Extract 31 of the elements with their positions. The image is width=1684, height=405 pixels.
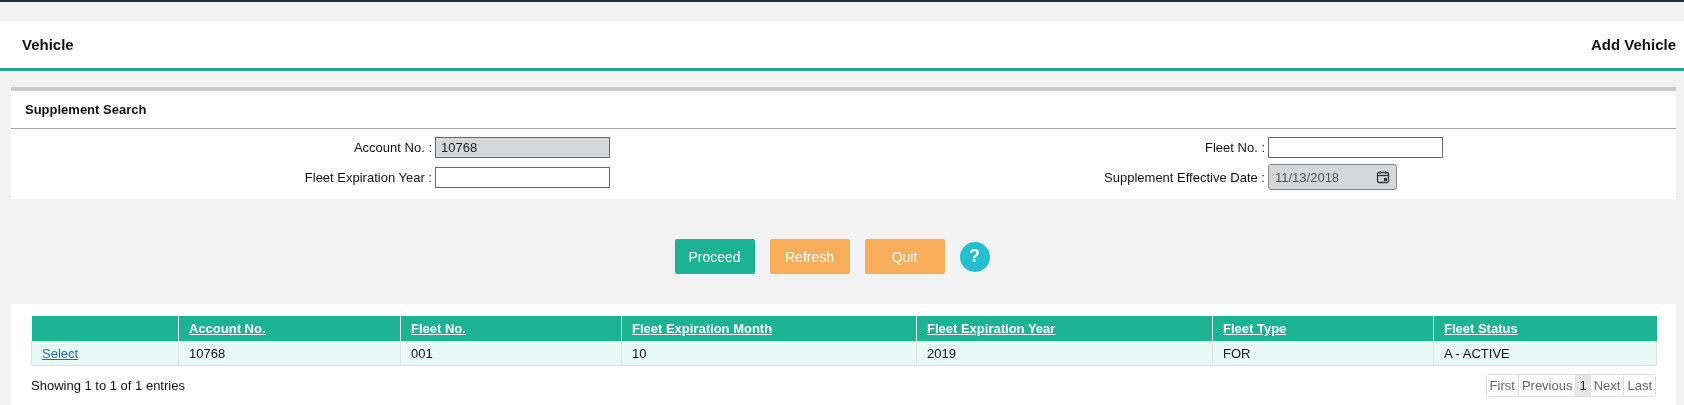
action-button[interactable]: Quit <box>864 239 945 274</box>
column-header[interactable]: Fleet Expiration Month <box>632 320 773 336</box>
page-button[interactable]: First <box>1486 374 1518 396</box>
help-button[interactable]: ? <box>959 241 990 272</box>
page-button[interactable]: Next <box>1589 374 1624 396</box>
panel-title: Supplement Search <box>25 102 147 117</box>
page-title: Vehicle <box>22 36 74 53</box>
field-label: Supplement Effective Date : <box>1103 169 1265 185</box>
field-label: Fleet Expiration Year : <box>303 169 432 185</box>
page-button[interactable]: Last <box>1623 374 1655 396</box>
table-cell: 2019 <box>927 345 956 361</box>
table-cell: A - ACTIVE <box>1444 345 1510 361</box>
field-label: Account No. : <box>352 140 432 155</box>
table-cell: 10 <box>632 345 647 361</box>
column-header[interactable]: Fleet Expiration Year <box>927 320 1056 336</box>
entries-info: Showing 1 to 1 of 1 entries <box>31 377 185 393</box>
action-button[interactable]: Proceed <box>674 239 755 274</box>
input-field[interactable] <box>1268 137 1443 158</box>
add-vehicle-link[interactable]: Add Vehicle <box>1590 36 1676 53</box>
field-label: Fleet No. : <box>1204 140 1265 155</box>
column-header[interactable]: Account No. <box>189 320 266 336</box>
column-header[interactable]: Fleet Status <box>1444 320 1518 336</box>
table-cell: 10768 <box>189 345 226 361</box>
table-cell: FOR <box>1223 345 1251 361</box>
page-button[interactable]: 1 <box>1575 374 1590 396</box>
select-link[interactable]: Select <box>42 345 79 361</box>
table-cell: 001 <box>411 345 433 361</box>
column-header[interactable]: Fleet No. <box>411 320 466 336</box>
column-header[interactable]: Fleet Type <box>1223 320 1287 336</box>
action-button[interactable]: Refresh <box>769 239 850 274</box>
input-field[interactable] <box>435 166 610 188</box>
